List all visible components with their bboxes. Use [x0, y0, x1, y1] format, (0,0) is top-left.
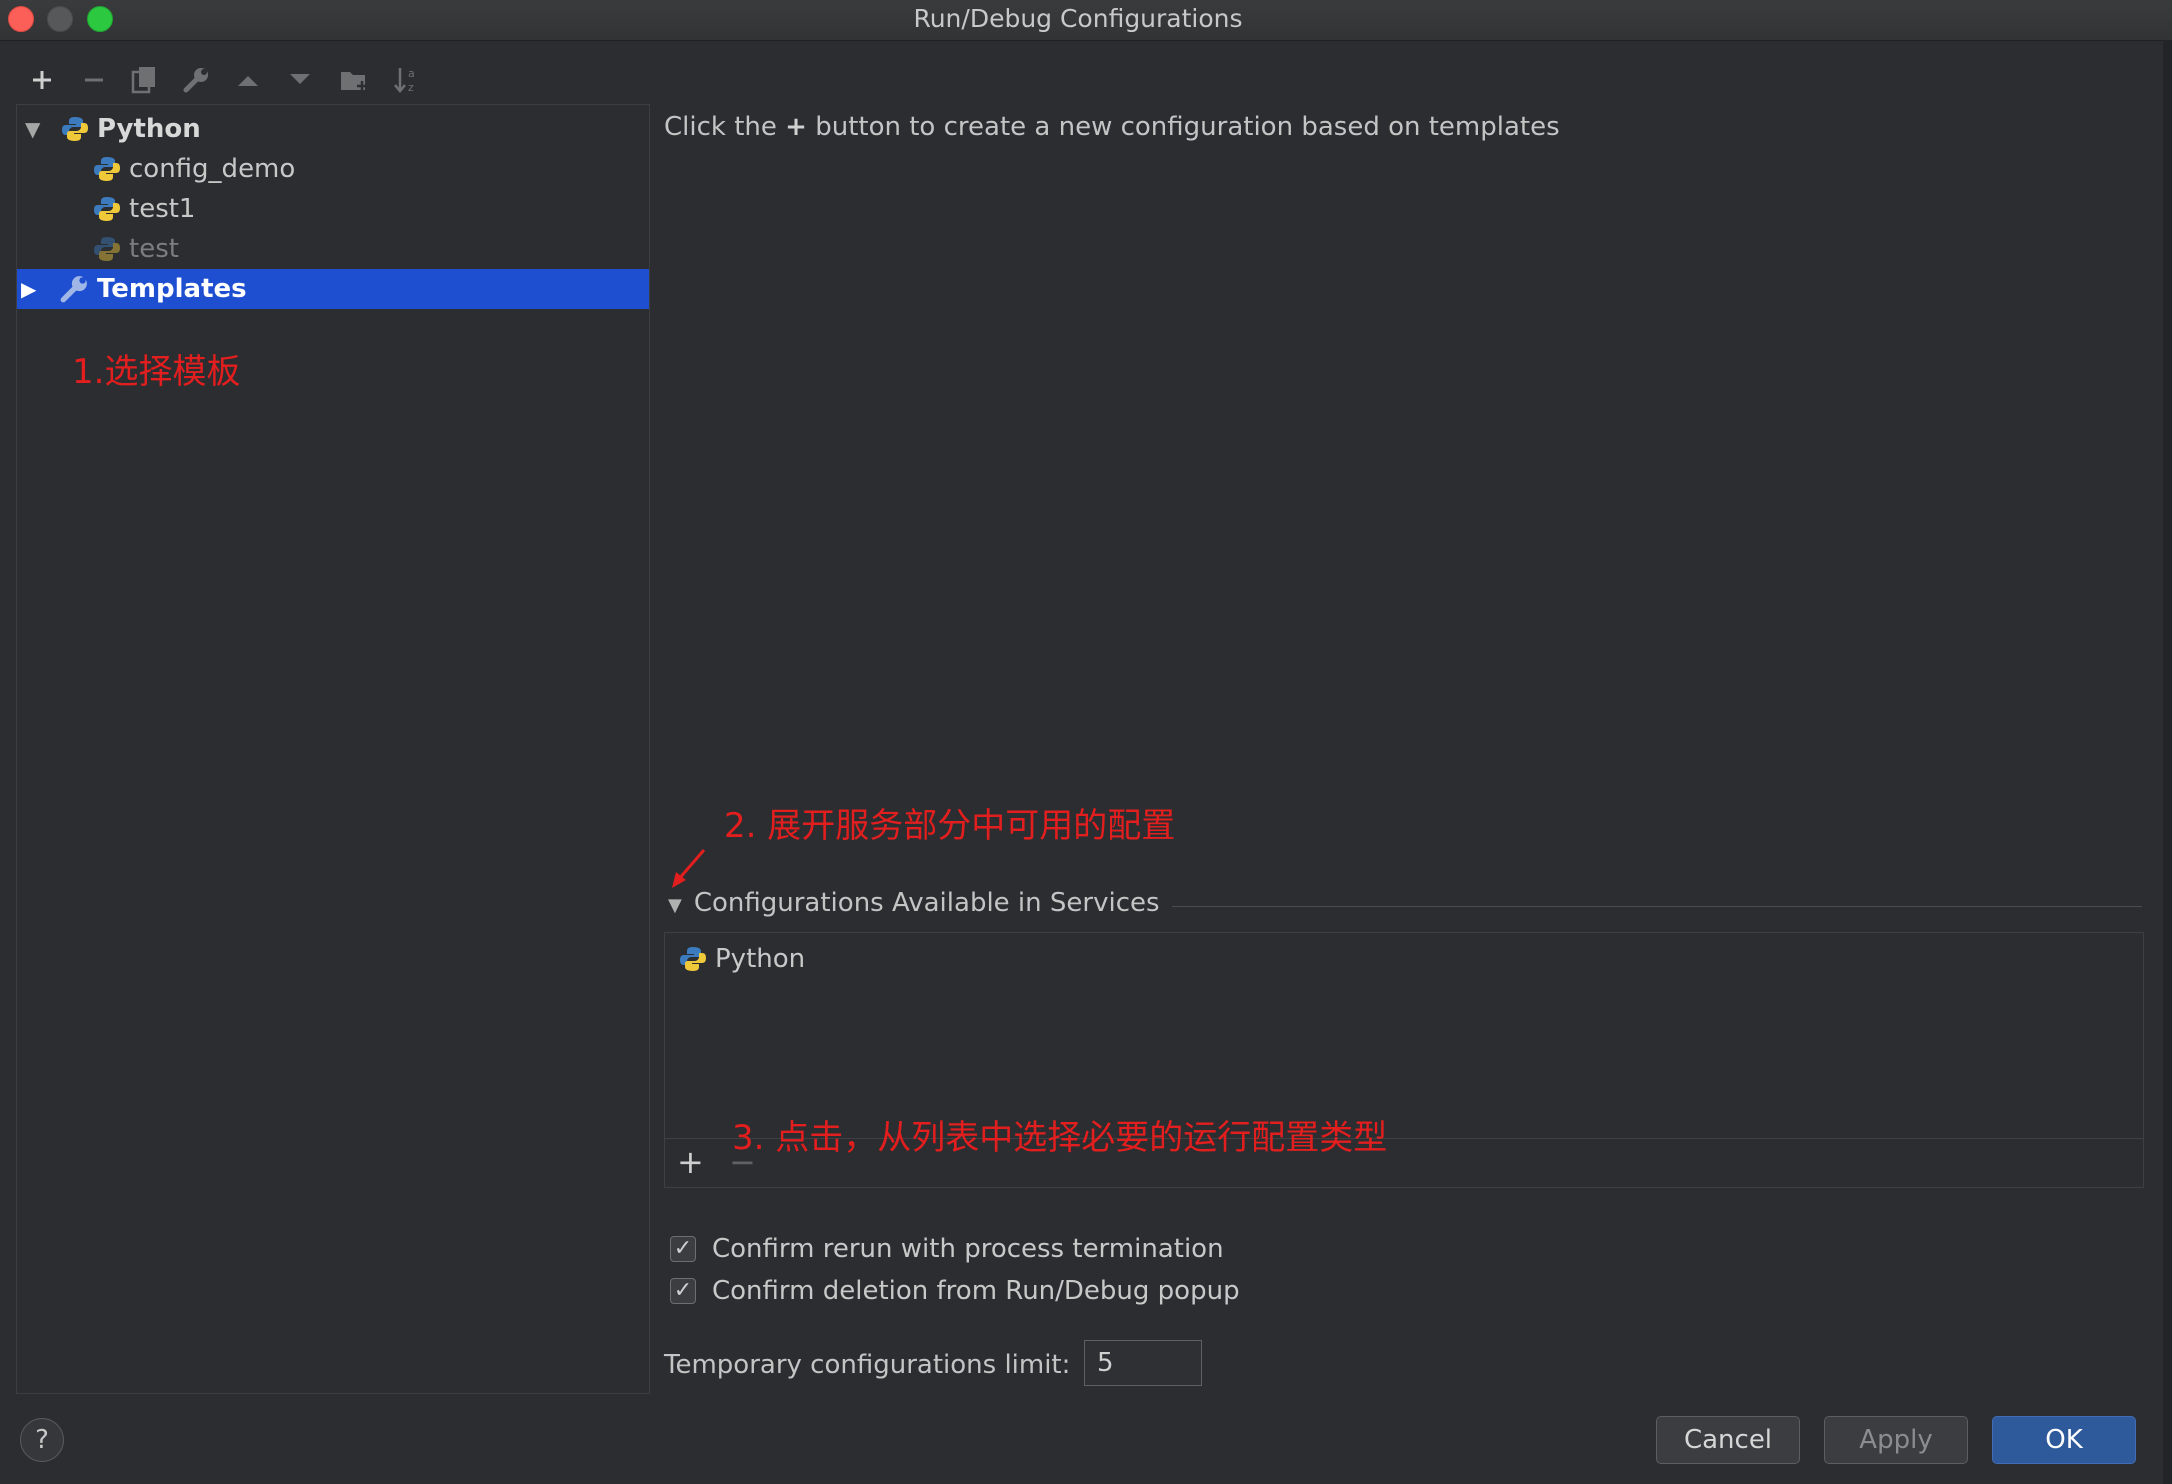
svg-text:z: z [408, 81, 414, 94]
tree-item-label: Templates [97, 274, 247, 304]
svg-text:a: a [408, 67, 415, 80]
add-configuration-button[interactable] [22, 62, 62, 98]
temp-config-limit-label: Temporary configurations limit: [664, 1350, 1071, 1380]
expanded-arrow-icon[interactable]: ▼ [25, 117, 40, 141]
tree-item-test[interactable]: test [17, 229, 649, 269]
list-item[interactable]: Python [679, 939, 805, 979]
sort-alpha-icon: az [394, 67, 415, 94]
chevron-down-icon[interactable]: ▼ [668, 895, 682, 916]
move-up-button[interactable] [228, 62, 268, 98]
apply-button[interactable]: Apply [1824, 1416, 1968, 1464]
window-edge [2163, 40, 2172, 1484]
tree-item-label: test [129, 234, 179, 264]
checkbox-checked-icon[interactable]: ✓ [670, 1278, 696, 1304]
cancel-button[interactable]: Cancel [1656, 1416, 1800, 1464]
services-section-header[interactable]: ▼ Configurations Available in Services [668, 888, 1160, 918]
tree-item-label: Python [97, 114, 201, 144]
temp-config-limit-input[interactable] [1084, 1340, 1202, 1386]
add-service-button[interactable]: + [677, 1143, 704, 1181]
plus-icon: + [785, 112, 807, 142]
annotation-step3: 3. 点击，从列表中选择必要的运行配置类型 [732, 1118, 1388, 1158]
configurations-tree[interactable]: ▼ Python config_demo test1 test ▶ Templa… [16, 104, 650, 1394]
python-icon [94, 157, 120, 181]
wrench-icon [183, 68, 208, 93]
help-button[interactable]: ? [20, 1418, 64, 1462]
empty-state-hint: Click the + button to create a new confi… [664, 112, 1560, 142]
copy-icon [131, 67, 155, 94]
folder-add-icon [341, 72, 367, 91]
copy-configuration-button[interactable] [124, 62, 164, 98]
confirm-deletion-checkbox[interactable]: ✓ Confirm deletion from Run/Debug popup [670, 1276, 1240, 1306]
confirm-rerun-checkbox[interactable]: ✓ Confirm rerun with process termination [670, 1234, 1224, 1264]
arrow-up-icon [238, 76, 258, 86]
wrench-icon [60, 276, 87, 303]
divider [1172, 906, 2142, 907]
edit-templates-button[interactable] [176, 62, 216, 98]
tree-item-python[interactable]: ▼ Python [17, 109, 649, 149]
python-icon [94, 197, 120, 221]
plus-icon [33, 71, 51, 89]
checkbox-checked-icon[interactable]: ✓ [670, 1236, 696, 1262]
tree-item-config-demo[interactable]: config_demo [17, 149, 649, 189]
arrow-down-icon [290, 74, 310, 84]
ok-button[interactable]: OK [1992, 1416, 2136, 1464]
python-icon [94, 237, 120, 261]
annotation-step2: 2. 展开服务部分中可用的配置 [724, 806, 1176, 846]
tree-item-test1[interactable]: test1 [17, 189, 649, 229]
window-title: Run/Debug Configurations [913, 4, 1243, 33]
python-icon [680, 947, 706, 971]
tree-item-templates[interactable]: ▶ Templates [17, 269, 649, 309]
move-down-button[interactable] [280, 62, 320, 98]
remove-configuration-button[interactable] [74, 62, 114, 98]
python-icon [62, 117, 88, 141]
collapsed-arrow-icon[interactable]: ▶ [21, 277, 36, 301]
annotation-step1: 1.选择模板 [72, 352, 241, 392]
new-folder-button[interactable] [334, 62, 374, 98]
title-bar: Run/Debug Configurations [0, 0, 2172, 41]
tree-item-label: config_demo [129, 154, 296, 184]
annotation-arrow-icon [672, 849, 706, 888]
minus-icon [85, 78, 103, 82]
sort-button[interactable]: az [386, 62, 426, 98]
tree-item-label: test1 [129, 194, 196, 224]
